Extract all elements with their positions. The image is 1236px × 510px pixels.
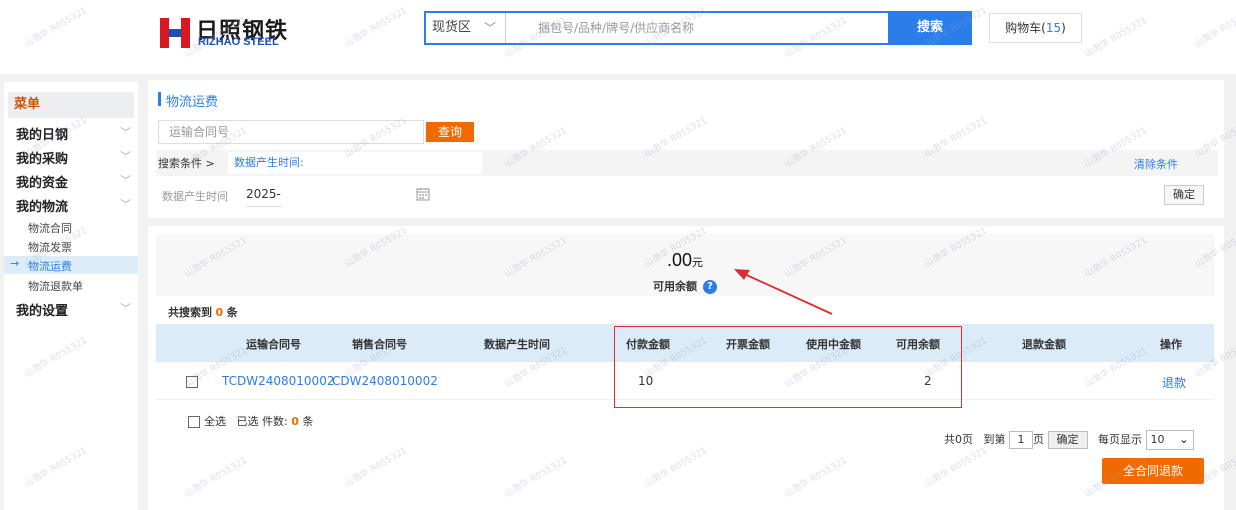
results-count-value: 0 bbox=[215, 306, 224, 319]
balance-unit: 元 bbox=[692, 257, 704, 269]
sidebar-sub-logistics-invoice[interactable]: 物流发票 bbox=[28, 239, 72, 255]
clear-conditions-link[interactable]: 清除条件 bbox=[1134, 156, 1178, 172]
arrow-right-icon: → bbox=[10, 257, 20, 270]
goto-confirm-button[interactable]: 确定 bbox=[1047, 431, 1088, 449]
cart-button[interactable]: 购物车(15) bbox=[989, 13, 1082, 43]
row-checkbox[interactable] bbox=[186, 376, 198, 388]
sales-no-link[interactable]: CDW2408010002 bbox=[332, 374, 438, 388]
brand-name-en: RIZHAO STEEL bbox=[198, 36, 279, 48]
chevron-down-icon: ﹀ bbox=[120, 174, 131, 187]
search-input[interactable] bbox=[508, 13, 886, 43]
goto-suffix: 页 bbox=[1033, 433, 1044, 446]
results-suffix: 条 bbox=[226, 306, 238, 319]
per-page-value: 10 bbox=[1150, 433, 1165, 446]
select-all-checkbox[interactable] bbox=[188, 416, 200, 428]
balance-label: 可用余额 bbox=[653, 280, 697, 293]
sidebar-title: 菜单 bbox=[8, 92, 134, 118]
sidebar-item-my-rigang[interactable]: 我的日钢 ﹀ bbox=[16, 124, 132, 143]
search-area-label: 现货区 bbox=[432, 20, 472, 35]
rizhao-logo-icon bbox=[160, 18, 190, 48]
results-prefix: 共搜索到 bbox=[168, 306, 212, 319]
per-page-label: 每页显示 bbox=[1098, 433, 1142, 446]
sidebar-item-label: 我的日钢 bbox=[16, 128, 69, 143]
chevron-down-icon: ﹀ bbox=[120, 150, 131, 163]
query-button[interactable]: 查询 bbox=[426, 122, 474, 142]
cart-label: 购物车( bbox=[1005, 21, 1046, 35]
selection-summary: 全选 已选 件数: 0 条 bbox=[188, 413, 313, 429]
annotation-arrow-icon bbox=[734, 269, 833, 315]
selected-suffix: 条 bbox=[302, 415, 314, 428]
search-conditions-row: 搜索条件 > 数据产生时间: bbox=[156, 150, 1218, 176]
refund-link[interactable]: 退款 bbox=[1162, 374, 1186, 391]
conditions-value: 数据产生时间: bbox=[228, 152, 482, 174]
col-data-time: 数据产生时间 bbox=[484, 338, 550, 351]
filter-panel: 物流运费 运输合同号 查询 搜索条件 > 数据产生时间: 清除条件 数据产生时间… bbox=[148, 80, 1224, 218]
cart-count: 15 bbox=[1045, 21, 1062, 35]
calendar-icon[interactable] bbox=[416, 187, 430, 201]
chevron-down-icon: ﹀ bbox=[120, 302, 131, 315]
title-accent-bar bbox=[158, 92, 161, 106]
select-all-label[interactable]: 全选 bbox=[204, 415, 226, 428]
per-page-select[interactable]: 10 ⌄ bbox=[1145, 430, 1194, 450]
sidebar-item-label: 我的采购 bbox=[16, 152, 69, 167]
page-title: 物流运费 bbox=[166, 95, 219, 110]
date-confirm-button[interactable]: 确定 bbox=[1164, 185, 1204, 205]
col-operation: 操作 bbox=[1160, 338, 1182, 351]
goto-prefix: 到第 bbox=[983, 433, 1006, 446]
top-header: 日照钢铁 RIZHAO STEEL 现货区 ﹀ 搜索 购物车(15) bbox=[0, 0, 1236, 74]
sidebar-item-label: 我的资金 bbox=[16, 176, 69, 191]
help-icon[interactable]: ? bbox=[703, 280, 717, 294]
chevron-down-icon: ﹀ bbox=[484, 21, 497, 35]
cart-suffix: ) bbox=[1061, 21, 1066, 35]
col-sales-no: 销售合同号 bbox=[352, 338, 407, 351]
goto-page-input[interactable]: 1 bbox=[1009, 431, 1033, 449]
chevron-down-icon: ﹀ bbox=[120, 198, 131, 211]
search-area-select[interactable]: 现货区 ﹀ bbox=[426, 13, 506, 43]
balance-box: .00元 可用余额? bbox=[156, 234, 1214, 296]
results-count: 共搜索到 0 条 bbox=[168, 304, 238, 320]
pagination: 共0页 到第 1页 确定 每页显示 10 ⌄ bbox=[944, 430, 1194, 450]
date-filter-input[interactable]: 2025- bbox=[246, 187, 282, 207]
conditions-label: 搜索条件 > bbox=[158, 157, 215, 170]
selected-label: 已选 件数: bbox=[236, 415, 288, 428]
col-refund-amount: 退款金额 bbox=[1022, 338, 1066, 351]
sidebar-sub-logistics-freight[interactable]: 物流运费 bbox=[28, 258, 72, 274]
sidebar-item-funds[interactable]: 我的资金 ﹀ bbox=[16, 172, 132, 191]
search-bar: 现货区 ﹀ 搜索 bbox=[424, 11, 972, 45]
sidebar-sub-logistics-contract[interactable]: 物流合同 bbox=[28, 220, 72, 236]
transport-no-link[interactable]: TCDW2408010002 bbox=[222, 374, 334, 388]
date-filter-label: 数据产生时间 bbox=[162, 190, 228, 203]
search-button[interactable]: 搜索 bbox=[888, 11, 972, 45]
sidebar-item-purchase[interactable]: 我的采购 ﹀ bbox=[16, 148, 132, 167]
annotation-highlight-box bbox=[614, 326, 962, 408]
contract-number-input[interactable]: 运输合同号 bbox=[158, 120, 424, 144]
sidebar: 菜单 我的日钢 ﹀ 我的采购 ﹀ 我的资金 ﹀ 我的物流 ﹀ 物流合同 物流发票 → 物… bbox=[4, 82, 138, 510]
chevron-down-icon: ⌄ bbox=[1179, 433, 1189, 446]
selected-count: 0 bbox=[291, 415, 299, 428]
sidebar-item-logistics[interactable]: 我的物流 ﹀ bbox=[16, 196, 132, 215]
sidebar-item-label: 我的物流 bbox=[16, 200, 69, 215]
sidebar-sub-logistics-refund[interactable]: 物流退款单 bbox=[28, 278, 83, 294]
balance-label-row: 可用余额? bbox=[156, 278, 1214, 294]
balance-amount: .00元 bbox=[156, 250, 1214, 271]
total-pages: 共0页 bbox=[944, 433, 973, 446]
chevron-down-icon: ﹀ bbox=[120, 126, 131, 139]
refund-all-button[interactable]: 全合同退款 bbox=[1102, 458, 1204, 484]
col-transport-no: 运输合同号 bbox=[246, 338, 301, 351]
balance-value: .00 bbox=[666, 250, 693, 270]
sidebar-item-settings[interactable]: 我的设置 ﹀ bbox=[16, 300, 132, 319]
sidebar-item-label: 我的设置 bbox=[16, 304, 69, 319]
